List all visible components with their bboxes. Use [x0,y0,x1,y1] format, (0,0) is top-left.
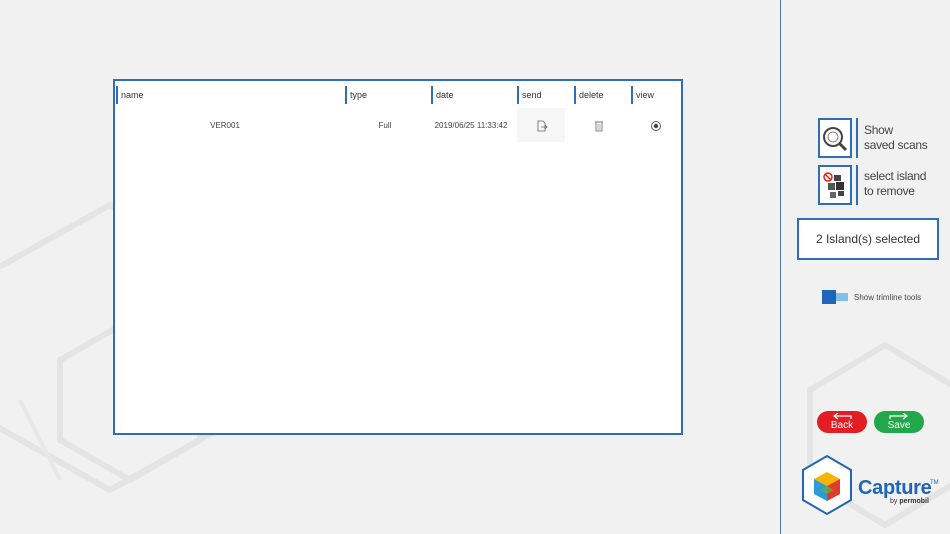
column-header-type: type [345,86,430,104]
capture-logo-text: Capture [858,477,932,499]
magnifier-icon [823,127,848,152]
delete-icon[interactable] [593,120,605,132]
column-header-send: send [517,86,572,104]
island-blocks-icon [823,172,844,198]
back-button[interactable]: Back [817,411,867,433]
column-header-view: view [631,86,684,104]
column-header-date: date [431,86,516,104]
view-icon[interactable] [650,120,662,132]
column-header-name: name [116,86,346,104]
row-type: Full [378,121,392,130]
send-icon[interactable] [536,120,548,132]
trimline-label: Show trimline tools [854,293,922,302]
save-button[interactable]: Save [874,411,924,433]
island-selection-status: 2 Island(s) selected [797,218,939,260]
tool-separator [856,165,858,205]
tool-separator [856,118,858,158]
capture-logo-icon [802,454,852,516]
panel-divider [780,0,781,534]
select-island-label: select island to remove [864,169,927,198]
row-date: 2019/06/25 11:33:42 [434,121,508,130]
column-header-delete: delete [574,86,629,104]
show-saved-scans-label: Show saved scans [864,123,928,152]
show-saved-scans-button[interactable] [818,118,852,158]
trimline-toggle-track[interactable] [836,293,848,301]
trademark-mark: TM [930,480,939,486]
saved-scans-table: name type date send delete view VER001 F… [113,79,683,435]
select-island-button[interactable] [818,165,852,205]
row-name: VER001 [210,121,240,130]
trimline-toggle-knob[interactable] [822,290,836,304]
permobil-byline: by permobil [890,498,929,505]
